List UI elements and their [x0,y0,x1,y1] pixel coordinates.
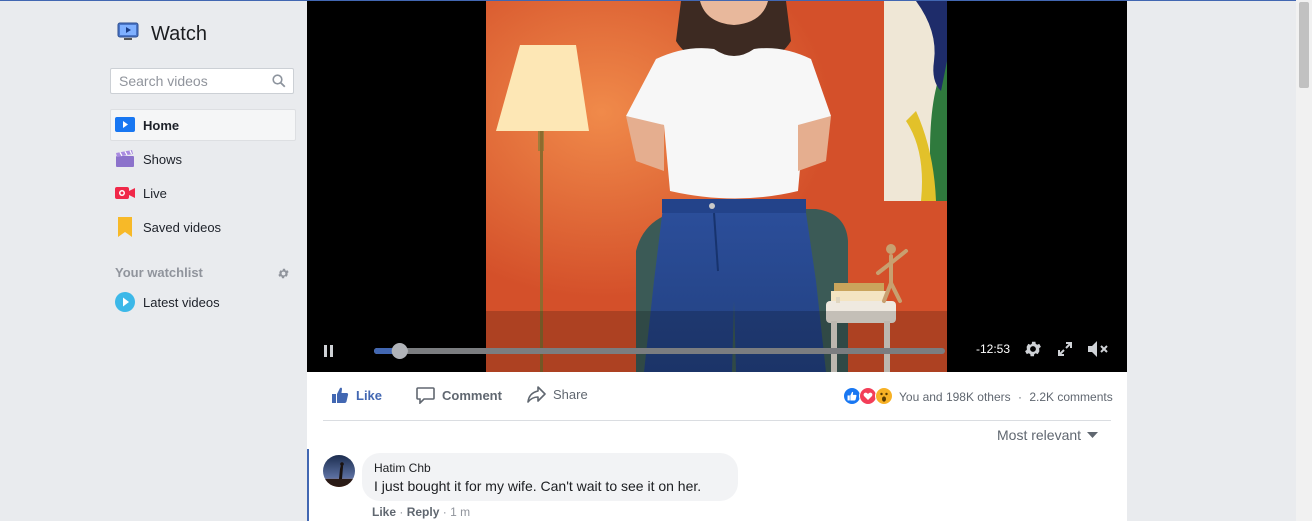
comment-bubble-icon [416,387,435,404]
video-frame[interactable] [486,1,947,372]
watchlist-header: Your watchlist [115,265,203,280]
progress-bar[interactable] [367,339,947,361]
sort-dropdown[interactable]: Most relevant [997,427,1099,443]
reaction-count-text[interactable]: You and 198K others [899,390,1011,404]
avatar-image [323,455,355,487]
video-player[interactable]: -12:53 [307,1,1127,372]
sidebar-item-home[interactable]: Home [110,109,296,141]
avatar[interactable] [323,455,355,487]
comment-highlight-rail [307,449,309,521]
progress-track[interactable] [374,348,945,354]
sort-label: Most relevant [997,427,1082,443]
share-button[interactable]: Share [527,386,588,403]
search-icon[interactable] [272,74,286,93]
comment-label: Comment [442,387,502,403]
comment-count[interactable]: 2.2K comments [1029,390,1112,404]
watch-header[interactable]: Watch [117,22,207,47]
latest-play-icon [115,292,135,312]
comment-reply-link[interactable]: Reply [407,505,440,519]
scrollbar-thumb[interactable] [1299,2,1309,88]
separator-dot: · [442,505,447,519]
sidebar-item-label: Live [143,185,167,201]
sidebar-item-latest-videos[interactable]: Latest videos [110,286,296,318]
video-actions-panel: Like Comment Share You and 198K others ·… [307,372,1127,521]
wow-reaction-icon [875,387,893,405]
share-arrow-icon [527,386,546,403]
reaction-icons[interactable] [843,387,893,405]
live-camera-icon [115,183,135,203]
share-label: Share [553,387,588,402]
bookmark-icon [115,217,135,237]
comment-bubble: Hatim Chb I just bought it for my wife. … [362,453,738,501]
thumbs-up-icon [332,387,349,403]
comment-button[interactable]: Comment [416,386,502,404]
separator-dot: · [399,505,404,519]
sidebar-item-label: Saved videos [143,219,222,235]
home-play-icon [115,115,135,135]
progress-handle[interactable] [391,343,408,359]
video-scene-image [486,1,947,372]
comment-like-link[interactable]: Like [372,505,396,519]
search-input[interactable] [111,69,269,93]
mute-toggle-icon[interactable] [1087,340,1109,363]
pause-icon [324,345,333,357]
separator-dot: · [1018,390,1022,404]
watch-tv-icon [117,22,139,47]
divider [323,420,1111,421]
settings-gear-icon[interactable] [1023,339,1043,364]
comment-actions: Like · Reply · 1 m [372,505,470,519]
reaction-summary[interactable]: You and 198K others · 2.2K comments [899,390,1113,404]
time-remaining: -12:53 [976,342,1011,356]
watch-title: Watch [151,23,207,45]
sidebar-item-label: Home [143,117,180,133]
like-button[interactable]: Like [331,386,382,404]
sidebar: Watch Home Shows Live Saved videos Your … [0,0,307,521]
shows-clapper-icon [115,149,135,169]
watchlist-settings-gear-icon[interactable] [277,267,290,285]
like-label: Like [356,387,383,403]
comment-text: I just bought it for my wife. Can't wait… [374,478,702,494]
caret-down-icon [1087,431,1099,439]
comment-author[interactable]: Hatim Chb [374,461,726,475]
sidebar-item-label: Shows [143,151,183,167]
sidebar-item-shows[interactable]: Shows [110,143,296,175]
sidebar-item-label: Latest videos [143,294,220,310]
sidebar-item-live[interactable]: Live [110,177,296,209]
sidebar-item-saved[interactable]: Saved videos [110,211,296,243]
fullscreen-icon[interactable] [1057,341,1073,362]
pause-button[interactable] [323,344,335,363]
video-controls: -12:53 [307,331,1127,372]
comment-time[interactable]: 1 m [450,505,470,519]
search-box[interactable] [110,68,294,94]
